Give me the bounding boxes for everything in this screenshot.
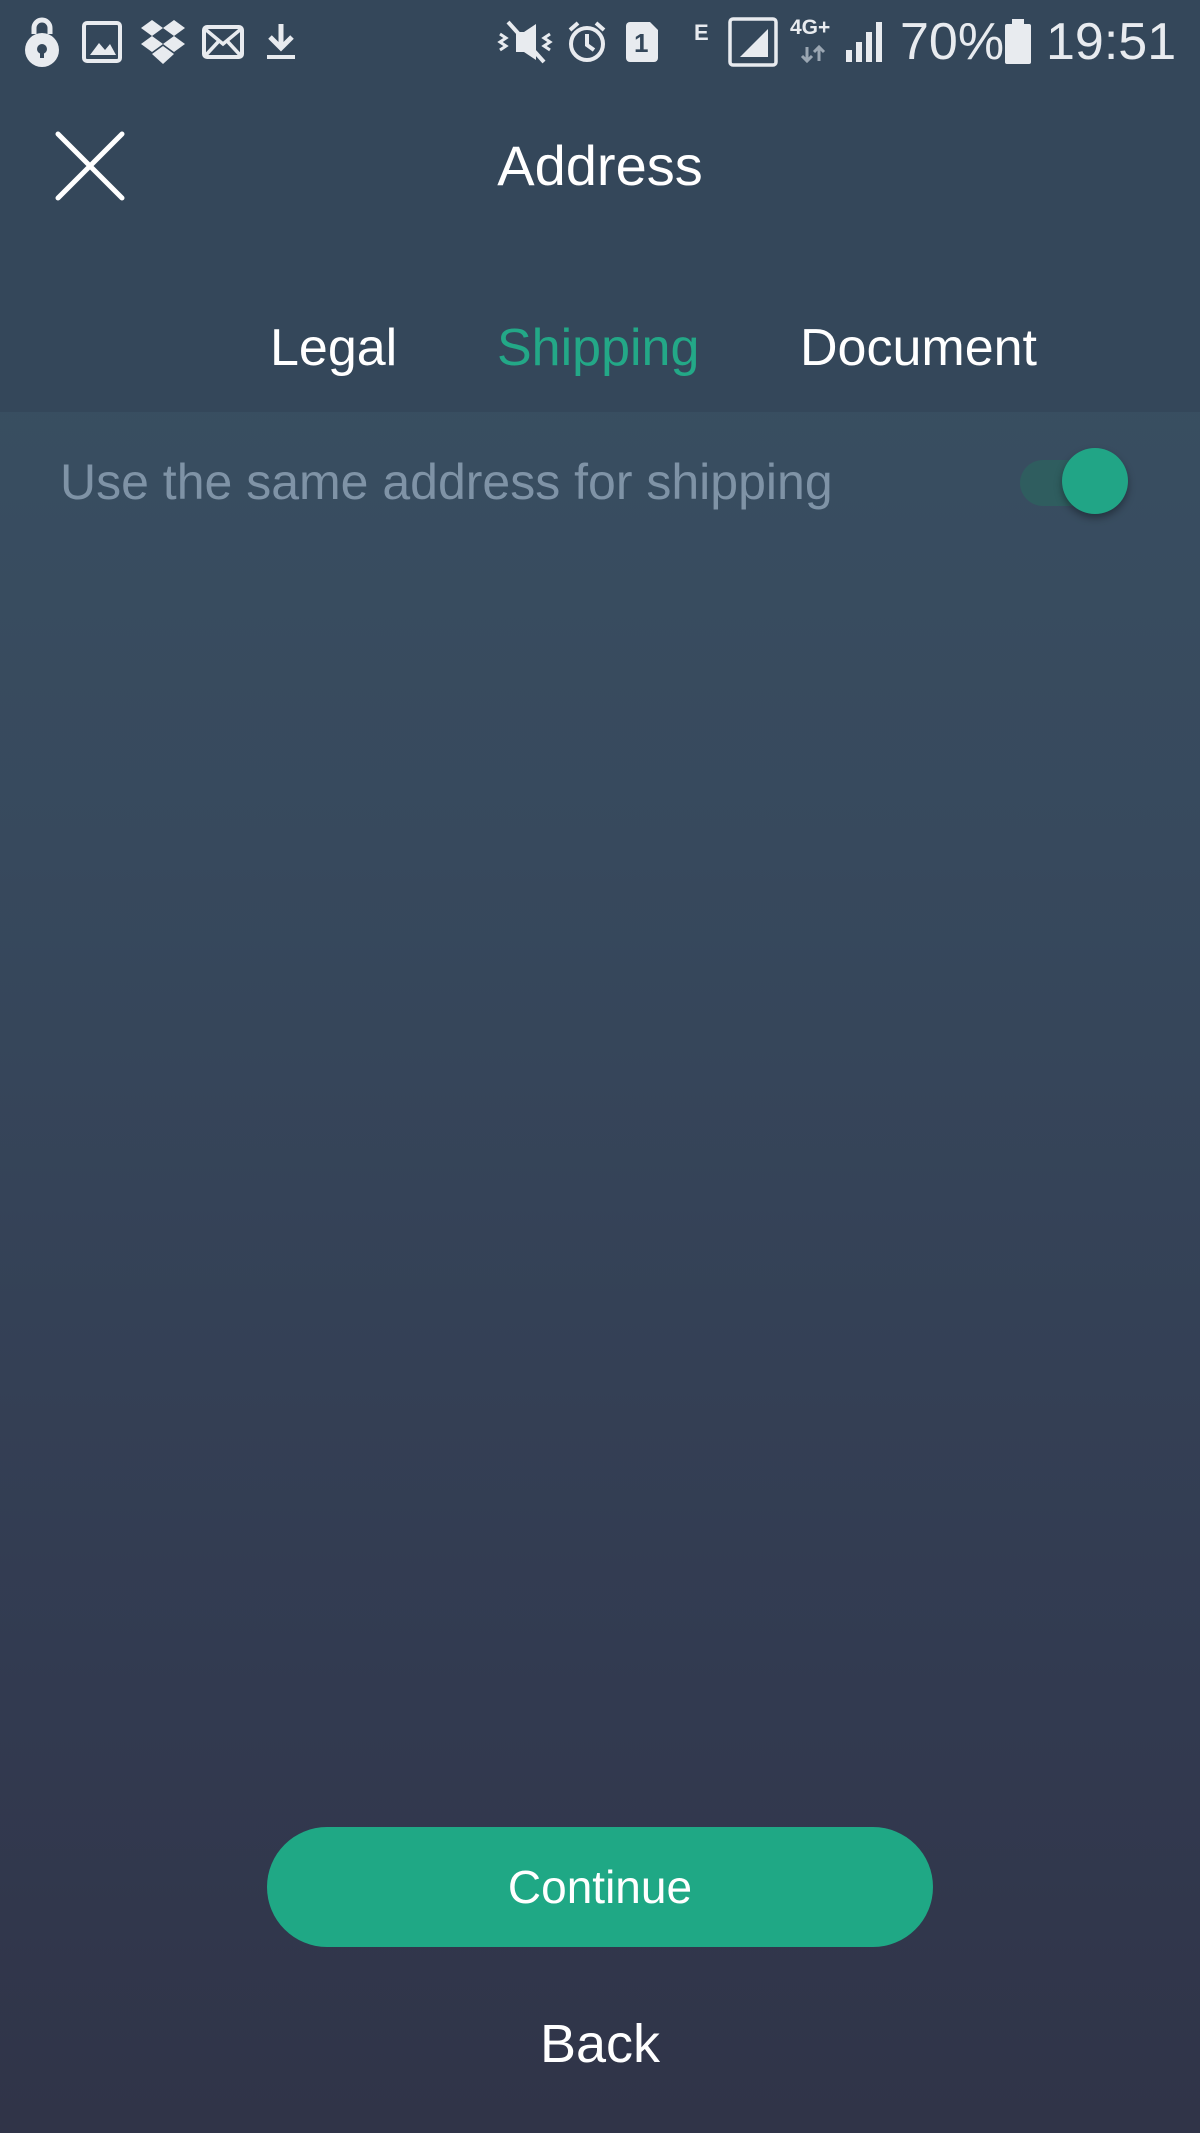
continue-button[interactable]: Continue xyxy=(267,1827,933,1947)
tab-document[interactable]: Document xyxy=(800,312,1037,384)
sim-slot-number: 1 xyxy=(634,28,649,58)
dropbox-icon xyxy=(140,14,186,70)
edge-indicator: E xyxy=(694,20,709,45)
tab-legal[interactable]: Legal xyxy=(270,312,397,384)
clock: 19:51 xyxy=(1046,13,1177,71)
mail-icon xyxy=(202,14,244,70)
network-type: 4G+ xyxy=(790,16,831,39)
image-icon xyxy=(82,14,122,70)
signal-icon xyxy=(844,14,886,70)
alarm-icon xyxy=(566,14,608,70)
toggle-thumb xyxy=(1062,448,1128,514)
same-address-label: Use the same address for shipping xyxy=(60,454,833,510)
mute-icon xyxy=(494,14,556,70)
page-title: Address xyxy=(497,134,703,197)
download-icon xyxy=(264,14,298,70)
battery-percent: 70% xyxy=(900,13,1005,71)
back-button[interactable]: Back xyxy=(450,2004,750,2084)
battery-icon xyxy=(1004,14,1032,70)
same-address-toggle[interactable] xyxy=(1016,448,1132,516)
status-bar: 1 E 4G+ 70% 19:51 xyxy=(0,0,1200,84)
signal-icon xyxy=(728,14,778,70)
tab-shipping[interactable]: Shipping xyxy=(497,312,699,384)
screen: 1 E 4G+ 70% 19:51 Address Legal Shipping… xyxy=(0,0,1200,2133)
data-arrows-icon xyxy=(798,44,828,64)
lock-icon xyxy=(22,14,62,70)
